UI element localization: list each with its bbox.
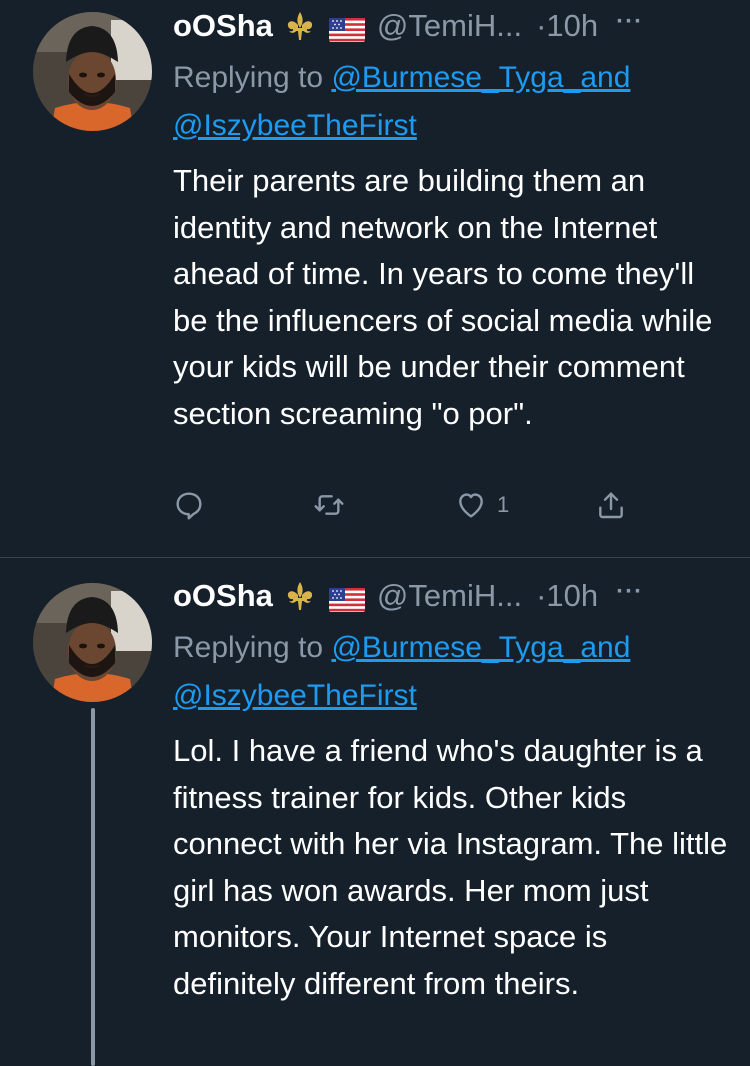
more-options-icon[interactable]: ··· (616, 8, 643, 36)
tweet-content: oOSha @TemiH... ·10h ··· Replying to @Bu… (173, 578, 730, 1007)
share-icon (599, 492, 623, 519)
reply-icon (176, 492, 202, 520)
author-handle[interactable]: @TemiH... (377, 8, 522, 44)
mention-link[interactable]: @Burmese_Tyga_ (331, 61, 580, 94)
author-handle[interactable]: @TemiH... (377, 578, 522, 614)
replying-to-label: Replying to (173, 61, 324, 94)
mention-link[interactable]: @IszybeeTheFirst (173, 679, 417, 712)
mention-link[interactable]: @Burmese_Tyga_ (331, 631, 580, 664)
retweet-icon (314, 495, 344, 515)
fleur-de-lis-icon (285, 10, 315, 42)
mention-link[interactable]: @IszybeeTheFirst (173, 109, 417, 142)
us-flag-icon (328, 14, 365, 42)
more-options-icon[interactable]: ··· (616, 578, 643, 606)
fleur-de-lis-icon (285, 580, 315, 612)
mention-joiner: and (580, 61, 631, 94)
replying-to: Replying to @Burmese_Tyga_and @IszybeeTh… (173, 624, 730, 720)
tweet-body: Lol. I have a friend who's daughter is a… (173, 728, 730, 1007)
author-name[interactable]: oOSha (173, 578, 273, 614)
like-button[interactable]: 1 (455, 485, 509, 525)
us-flag-icon (328, 584, 365, 612)
tweet-text: Their parents are building them an ident… (173, 163, 713, 431)
retweet-button[interactable] (313, 485, 345, 525)
reply-button[interactable] (173, 485, 205, 525)
author-name[interactable]: oOSha (173, 8, 273, 44)
tweet-timestamp[interactable]: ·10h (536, 578, 598, 614)
tweet-content: oOSha @TemiH... ·10h ··· Replying to @Bu… (173, 8, 730, 437)
replying-to: Replying to @Burmese_Tyga_and @IszybeeTh… (173, 54, 730, 150)
thread-connector-line (91, 708, 95, 1066)
avatar[interactable] (33, 12, 152, 131)
tweet[interactable]: oOSha @TemiH... ·10h ··· Replying to @Bu… (0, 558, 750, 1066)
replying-to-label: Replying to (173, 631, 324, 664)
tweet-header: oOSha @TemiH... ·10h ··· (173, 578, 730, 614)
avatar[interactable] (33, 583, 152, 702)
like-icon (459, 493, 483, 518)
tweet-header: oOSha @TemiH... ·10h ··· (173, 8, 730, 44)
tweet-body: Their parents are building them an ident… (173, 158, 730, 437)
tweet-text: Lol. I have a friend who's daughter is a… (173, 733, 728, 1001)
tweet[interactable]: oOSha @TemiH... ·10h ··· Replying to @Bu… (0, 0, 750, 558)
mention-joiner: and (580, 631, 631, 664)
tweet-actions: 1 (173, 485, 673, 525)
like-count: 1 (497, 492, 510, 517)
share-button[interactable] (595, 485, 627, 525)
tweet-timestamp[interactable]: ·10h (536, 8, 598, 44)
